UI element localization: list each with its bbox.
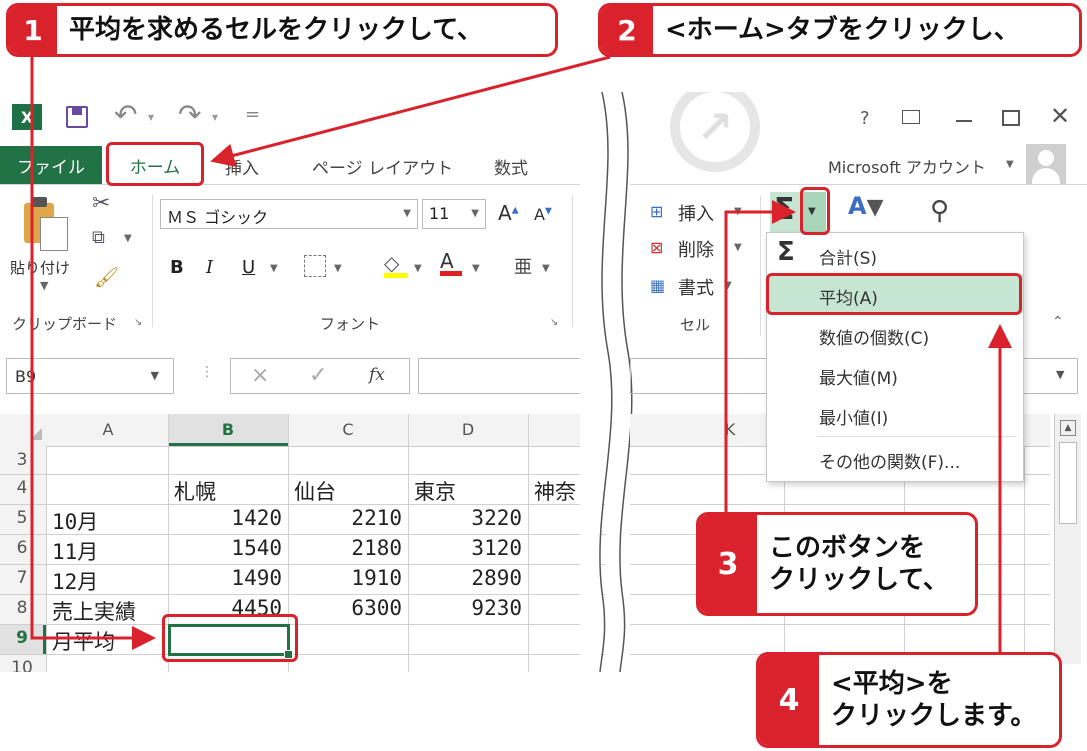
callout-step-3: 3 このボタンを クリックして、 — [696, 512, 978, 616]
callout-text: <平均>を クリックします。 — [819, 655, 1036, 745]
callout-step-4: 4 <平均>を クリックします。 — [756, 652, 1062, 748]
pointer-arrows — [30, 55, 1012, 652]
callout-number: 3 — [699, 515, 757, 613]
callout-text: このボタンを クリックして、 — [757, 515, 949, 613]
callout-text-line: クリックして、 — [769, 565, 949, 595]
callout-text-line: <平均>を — [831, 668, 953, 699]
callout-number: 4 — [759, 655, 819, 745]
callout-text-line: このボタンを — [769, 532, 926, 563]
callout-text-line: クリックします。 — [831, 701, 1037, 731]
